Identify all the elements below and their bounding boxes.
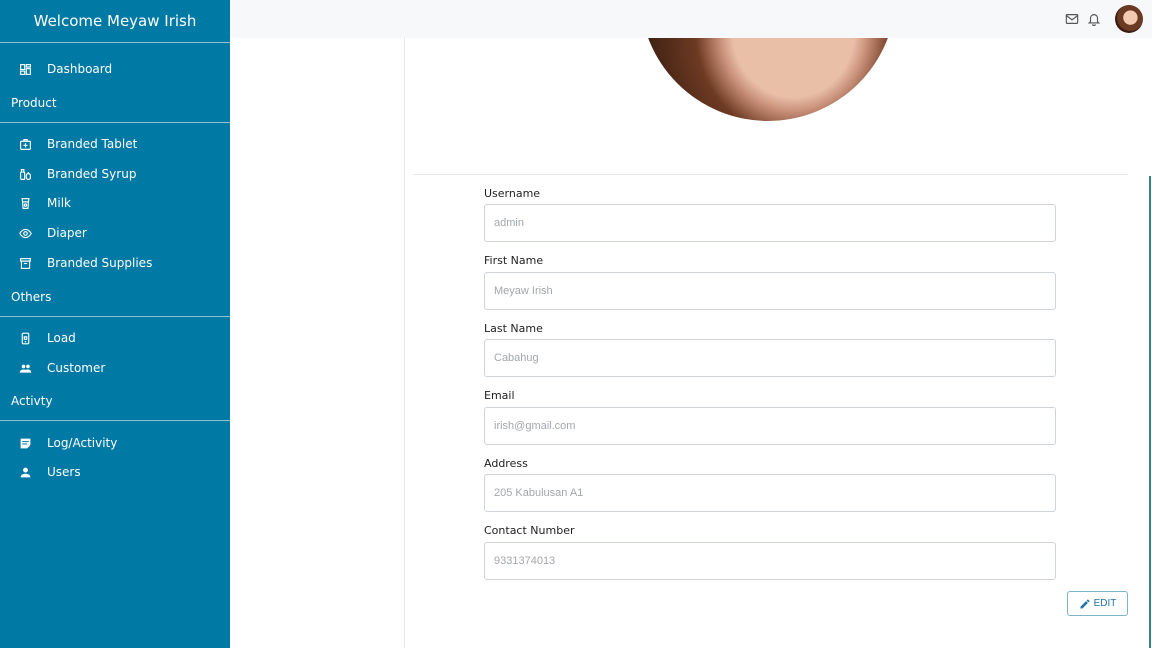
sidebar-item-label: Load [47, 331, 76, 345]
edit-button[interactable]: EDIT [1067, 591, 1128, 616]
sidebar-item-label: Dashboard [47, 62, 113, 76]
divider [413, 174, 1128, 175]
sidebar-item-label: Milk [47, 196, 71, 210]
address-label: Address [484, 457, 528, 470]
edit-button-label: EDIT [1093, 598, 1117, 609]
divider [0, 122, 230, 123]
sidebar-item-label: Branded Tablet [47, 137, 138, 151]
sidebar-item-diaper[interactable]: Diaper [0, 219, 230, 247]
eye-icon [18, 226, 32, 240]
sidebar-item-label: Log/Activity [47, 436, 118, 450]
sidebar-item-customer[interactable]: Customer [0, 354, 230, 382]
sidebar-item-branded-tablet[interactable]: Branded Tablet [0, 130, 230, 158]
note-icon [18, 436, 32, 450]
people-icon [18, 361, 32, 375]
first-name-field[interactable]: Meyaw Irish [484, 272, 1056, 310]
sidebar-item-label: Branded Syrup [47, 167, 137, 181]
last-name-label: Last Name [484, 322, 543, 335]
sidebar-item-users[interactable]: Users [0, 458, 230, 486]
top-bar [230, 0, 1152, 38]
sidebar-item-branded-supplies[interactable]: Branded Supplies [0, 249, 230, 277]
divider [0, 316, 230, 317]
last-name-field[interactable]: Cabahug [484, 339, 1056, 377]
sidebar-item-label: Customer [47, 361, 106, 375]
sidebar: Welcome Meyaw Irish Dashboard Product Br… [0, 0, 230, 648]
phone-load-icon [18, 331, 32, 345]
section-product: Product [11, 96, 57, 110]
milk-icon [18, 196, 32, 210]
profile-photo [640, 38, 896, 121]
sidebar-item-branded-syrup[interactable]: Branded Syrup [0, 160, 230, 188]
contact-number-label: Contact Number [484, 524, 575, 537]
email-label: Email [484, 389, 515, 402]
sidebar-item-label: Users [47, 465, 81, 479]
medical-bag-icon [18, 137, 32, 151]
sidebar-item-dashboard[interactable]: Dashboard [0, 55, 230, 83]
syrup-icon [18, 167, 32, 181]
contact-number-field[interactable]: 9331374013 [484, 542, 1056, 580]
username-label: Username [484, 187, 541, 200]
divider [0, 420, 230, 421]
section-activity: Activty [11, 394, 53, 408]
address-field[interactable]: 205 Kabulusan A1 [484, 474, 1056, 512]
archive-icon [18, 256, 32, 270]
sidebar-item-milk[interactable]: Milk [0, 189, 230, 217]
sidebar-item-label: Branded Supplies [47, 256, 153, 270]
content-edge [1149, 176, 1151, 648]
avatar[interactable] [1115, 5, 1143, 33]
bell-icon[interactable] [1086, 11, 1102, 27]
section-others: Others [11, 290, 52, 304]
sidebar-item-log-activity[interactable]: Log/Activity [0, 429, 230, 457]
sidebar-item-label: Diaper [47, 226, 87, 240]
welcome-text: Welcome Meyaw Irish [0, 0, 230, 43]
email-field[interactable]: irish@gmail.com [484, 407, 1056, 445]
pencil-icon [1080, 598, 1090, 608]
profile-photo-area [404, 38, 1152, 178]
username-field[interactable]: admin [484, 204, 1056, 242]
user-icon [18, 465, 32, 479]
dashboard-icon [18, 62, 32, 76]
sidebar-item-load[interactable]: Load [0, 324, 230, 352]
first-name-label: First Name [484, 254, 544, 267]
mail-icon[interactable] [1064, 11, 1080, 27]
